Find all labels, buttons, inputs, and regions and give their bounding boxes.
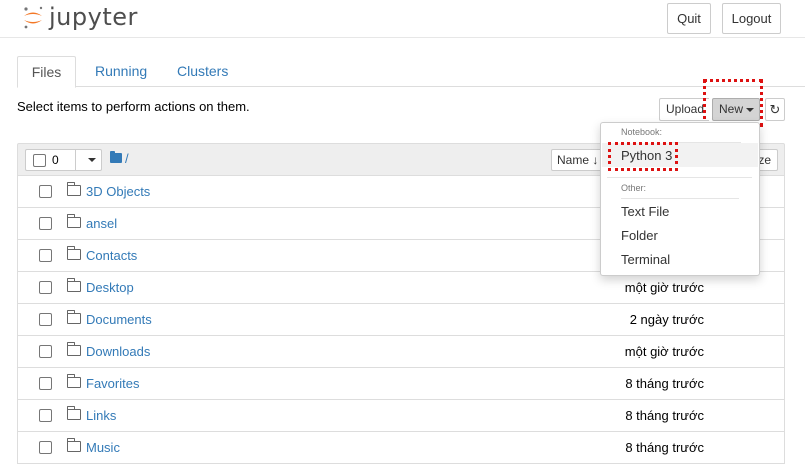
row-checkbox[interactable] xyxy=(39,185,52,198)
refresh-button[interactable]: ↻ xyxy=(765,98,785,121)
modified-time: 2 ngày trước xyxy=(629,312,704,327)
folder-icon xyxy=(66,374,81,388)
tab-bar: Files Running Clusters xyxy=(17,56,805,88)
jupyter-logo-icon xyxy=(22,3,44,31)
row-checkbox[interactable] xyxy=(39,441,52,454)
folder-name-link[interactable]: Downloads xyxy=(86,344,150,359)
notebook-section-header: Notebook: xyxy=(621,127,663,137)
divider xyxy=(671,142,741,143)
tab-running[interactable]: Running xyxy=(83,56,159,87)
quit-button[interactable]: Quit xyxy=(667,3,711,34)
modified-time: một giờ trước xyxy=(624,344,704,359)
caret-down-icon[interactable] xyxy=(88,158,96,162)
folder-icon xyxy=(66,246,81,260)
list-item[interactable]: Downloads một giờ trước xyxy=(17,336,785,368)
header: jupyter Quit Logout xyxy=(0,0,805,38)
folder-icon xyxy=(66,214,81,228)
folder-name-link[interactable]: 3D Objects xyxy=(86,184,150,199)
row-checkbox[interactable] xyxy=(39,249,52,262)
divider xyxy=(607,177,752,178)
select-info-text: Select items to perform actions on them. xyxy=(17,99,250,114)
folder-name-link[interactable]: Desktop xyxy=(86,280,134,295)
sort-by-name-button[interactable]: Name ↓ xyxy=(551,149,606,171)
tab-files[interactable]: Files xyxy=(17,56,76,88)
folder-icon xyxy=(66,278,81,292)
list-item[interactable]: Desktop một giờ trước xyxy=(17,272,785,304)
modified-time: một giờ trước xyxy=(624,280,704,295)
folder-name-link[interactable]: Favorites xyxy=(86,376,139,391)
folder-icon xyxy=(66,406,81,420)
modified-time: 8 tháng trước xyxy=(625,440,704,455)
other-section-header: Other: xyxy=(621,183,647,193)
divider xyxy=(621,198,739,199)
row-checkbox[interactable] xyxy=(39,313,52,326)
row-checkbox[interactable] xyxy=(39,377,52,390)
list-item[interactable]: Documents 2 ngày trước xyxy=(17,304,785,336)
refresh-icon: ↻ xyxy=(769,102,781,117)
menu-item-terminal[interactable]: Terminal xyxy=(621,252,670,267)
folder-icon xyxy=(66,342,81,356)
folder-icon[interactable] xyxy=(110,151,122,163)
modified-time: 8 tháng trước xyxy=(625,408,704,423)
menu-item-text-file[interactable]: Text File xyxy=(621,204,669,219)
python3-highlight xyxy=(608,142,678,171)
folder-icon xyxy=(66,438,81,452)
new-button-highlight xyxy=(703,79,763,127)
sort-name-label: Name xyxy=(557,153,590,167)
logout-button[interactable]: Logout xyxy=(722,3,781,34)
divider xyxy=(75,150,76,170)
row-checkbox[interactable] xyxy=(39,409,52,422)
selected-count: 0 xyxy=(52,153,59,167)
list-item[interactable]: Favorites 8 tháng trước xyxy=(17,368,785,400)
arrow-down-icon: ↓ xyxy=(592,153,599,167)
folder-icon xyxy=(66,182,81,196)
modified-time: 8 tháng trước xyxy=(625,376,704,391)
row-checkbox[interactable] xyxy=(39,281,52,294)
select-all-checkbox[interactable] xyxy=(33,154,46,167)
folder-name-link[interactable]: ansel xyxy=(86,216,117,231)
list-item[interactable]: Music 8 tháng trước xyxy=(17,432,785,464)
row-checkbox[interactable] xyxy=(39,345,52,358)
upload-button[interactable]: Upload xyxy=(659,98,709,121)
menu-item-folder[interactable]: Folder xyxy=(621,228,658,243)
select-all-group[interactable]: 0 xyxy=(25,149,102,171)
tab-clusters[interactable]: Clusters xyxy=(165,56,240,87)
folder-name-link[interactable]: Links xyxy=(86,408,116,423)
folder-name-link[interactable]: Contacts xyxy=(86,248,137,263)
breadcrumb-root[interactable]: / xyxy=(125,151,129,166)
folder-name-link[interactable]: Music xyxy=(86,440,120,455)
jupyter-logo[interactable]: jupyter xyxy=(22,3,138,31)
list-item[interactable]: Links 8 tháng trước xyxy=(17,400,785,432)
folder-name-link[interactable]: Documents xyxy=(86,312,152,327)
folder-icon xyxy=(66,310,81,324)
logo-text: jupyter xyxy=(49,3,138,31)
row-checkbox[interactable] xyxy=(39,217,52,230)
